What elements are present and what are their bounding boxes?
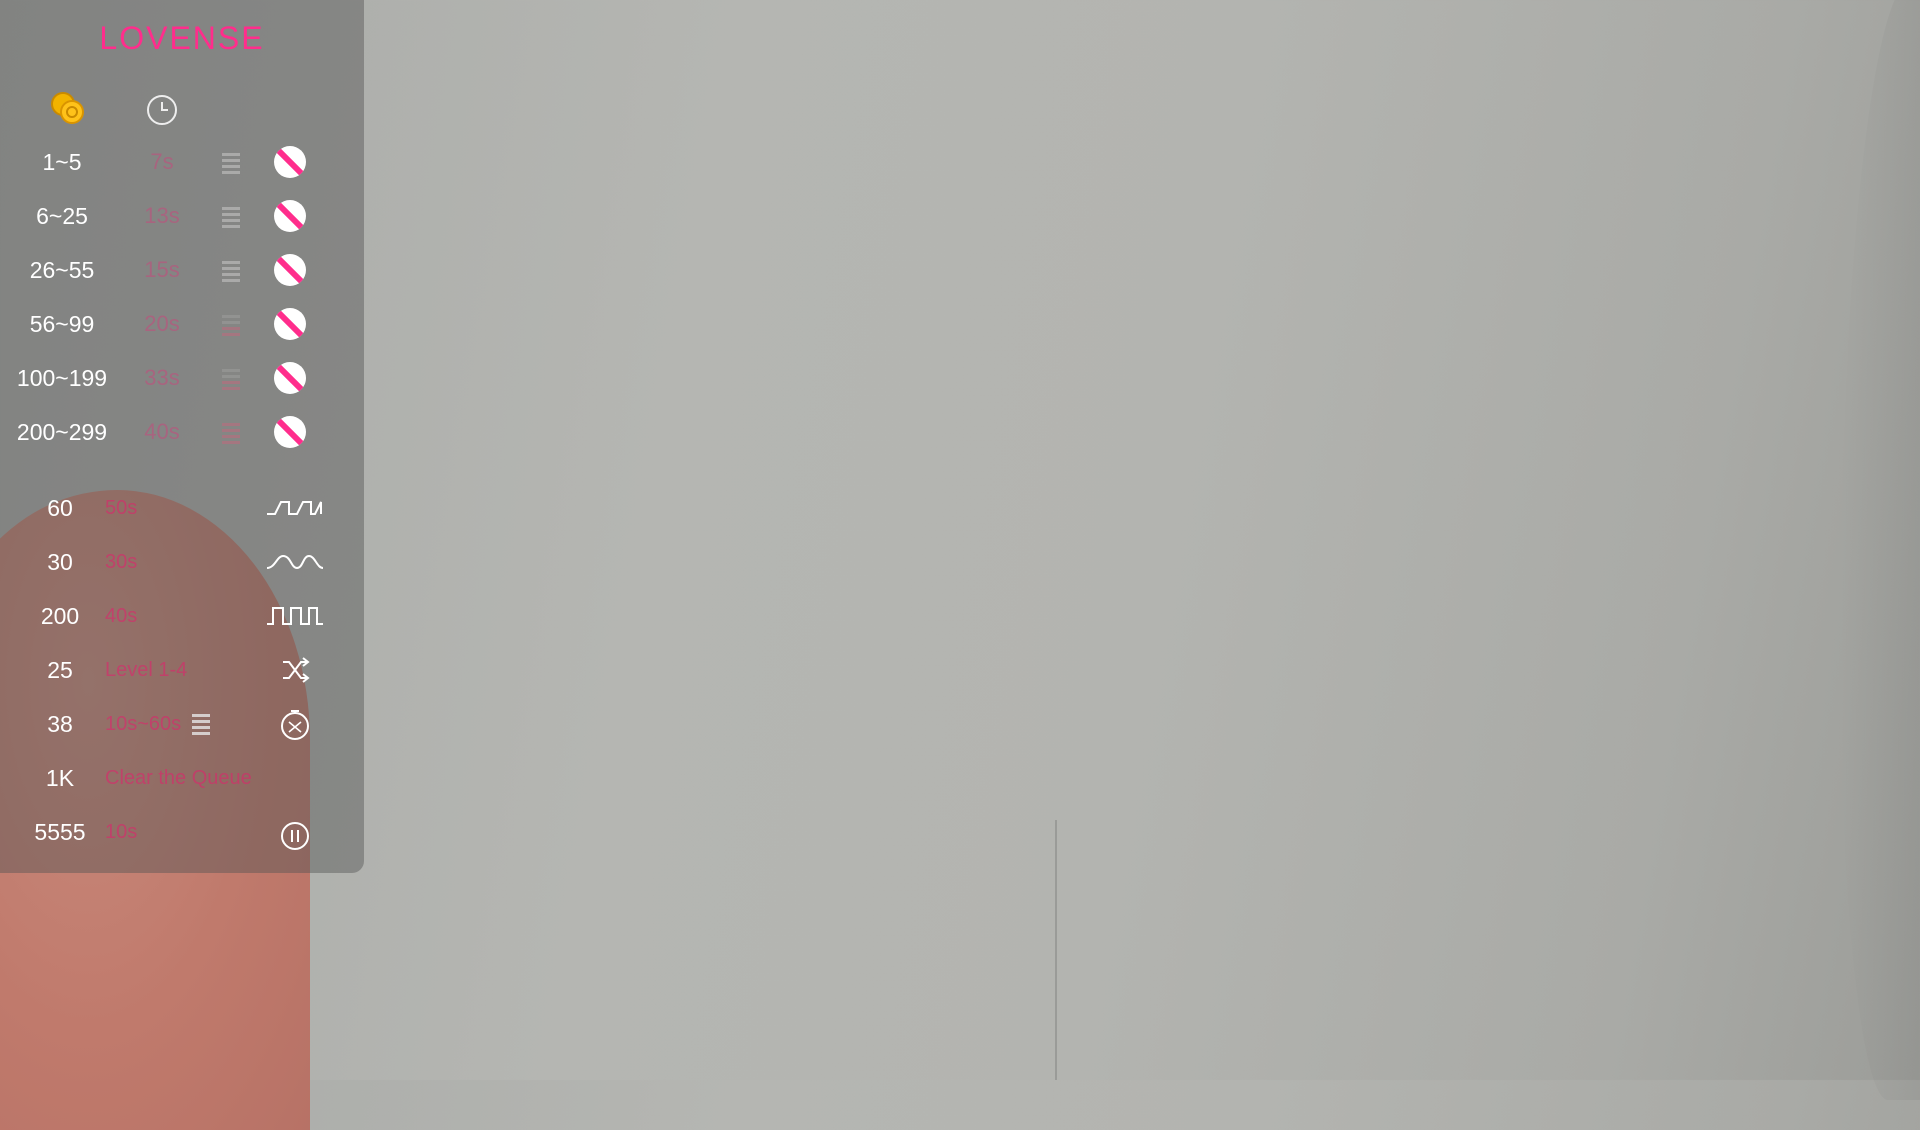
special-description: 30s <box>105 551 138 573</box>
special-row: 5555 10s <box>0 812 364 852</box>
level-duration: 20s <box>144 311 180 336</box>
level-tokens: 6~25 <box>36 203 88 229</box>
level-tokens: 200~299 <box>16 419 108 445</box>
coins-icon <box>51 92 84 124</box>
pattern-square-icon <box>263 598 327 634</box>
special-row: 25 Level 1-4 <box>0 650 364 690</box>
special-description: Clear the Queue <box>105 767 252 789</box>
random-icon <box>263 652 327 688</box>
special-tokens: 200 <box>40 603 80 629</box>
vibration-level-icon <box>222 151 240 174</box>
level-row: 200~299 40s <box>0 412 364 452</box>
disabled-icon <box>274 254 306 286</box>
tip-menu-panel: LOVENSE 1~5 7s 6~25 13s 26~55 15s 56~99 … <box>0 0 364 873</box>
level-tokens: 100~199 <box>16 365 108 391</box>
special-tokens: 30 <box>47 549 73 575</box>
background-wall-seam <box>1055 820 1057 1080</box>
pause-icon <box>263 814 327 850</box>
level-duration: 7s <box>150 149 174 174</box>
menu-lines-icon <box>192 714 210 735</box>
vibration-level-icon <box>222 205 240 228</box>
level-tokens: 1~5 <box>42 149 82 175</box>
background-shadow <box>1840 0 1920 1100</box>
special-row: 30 30s <box>0 542 364 582</box>
vibration-level-icon <box>222 259 240 282</box>
level-tokens: 26~55 <box>29 257 95 283</box>
special-row: 38 10s~60s <box>0 704 364 744</box>
special-tokens: 25 <box>47 657 73 683</box>
disabled-icon <box>274 308 306 340</box>
level-row: 56~99 20s <box>0 304 364 344</box>
disabled-icon <box>274 200 306 232</box>
brand-logo: LOVENSE <box>99 20 265 56</box>
level-row: 6~25 13s <box>0 196 364 236</box>
pattern-wave-icon <box>263 544 327 580</box>
special-row: 60 50s <box>0 488 364 528</box>
special-description: 10s <box>105 821 138 843</box>
level-duration: 13s <box>144 203 180 228</box>
special-tokens: 5555 <box>34 819 86 845</box>
pattern-pulse-icon <box>263 490 327 526</box>
special-row: 1K Clear the Queue <box>0 758 364 798</box>
disabled-icon <box>274 362 306 394</box>
special-tokens: 60 <box>47 495 73 521</box>
level-duration: 33s <box>144 365 180 390</box>
special-tokens: 38 <box>47 711 73 737</box>
special-tokens: 1K <box>45 765 75 791</box>
level-row: 26~55 15s <box>0 250 364 290</box>
level-duration: 15s <box>144 257 180 282</box>
disabled-icon <box>274 146 306 178</box>
vibration-level-icon <box>222 367 240 390</box>
special-row: 200 40s <box>0 596 364 636</box>
special-description: Level 1-4 <box>105 659 188 681</box>
level-tokens: 56~99 <box>29 311 95 337</box>
level-duration: 40s <box>144 419 180 444</box>
level-row: 1~5 7s <box>0 142 364 182</box>
clock-icon <box>147 95 177 125</box>
special-description: 40s <box>105 605 138 627</box>
special-description: 10s~60s <box>105 713 182 735</box>
vibration-level-icon <box>222 421 240 444</box>
disabled-icon <box>274 416 306 448</box>
special-description: 50s <box>105 497 138 519</box>
vibration-level-icon <box>222 313 240 336</box>
random-time-icon <box>263 706 327 742</box>
level-row: 100~199 33s <box>0 358 364 398</box>
